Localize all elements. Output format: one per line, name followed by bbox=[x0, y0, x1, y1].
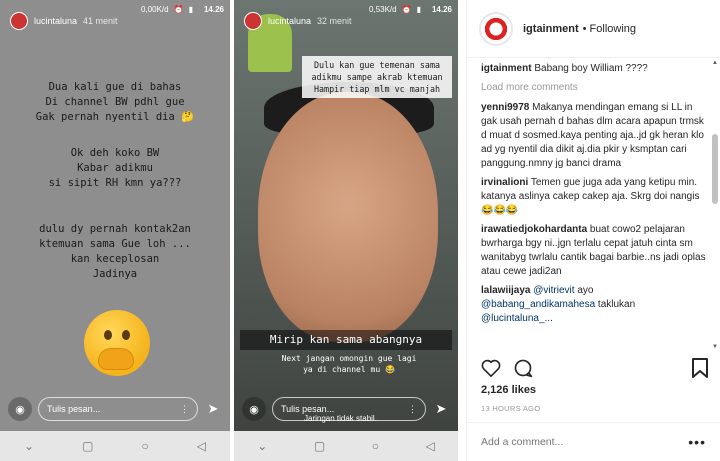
add-comment-input[interactable] bbox=[481, 436, 671, 448]
story-caption-main: Mirip kan sama abangnya bbox=[240, 330, 452, 350]
emoji-eye bbox=[104, 330, 112, 340]
comment-mention[interactable]: @vitrievit bbox=[533, 285, 574, 296]
story-caption-top: Dulu kan gue temenan sama adikmu sampe a… bbox=[302, 56, 452, 98]
post-actions bbox=[481, 356, 708, 380]
send-icon[interactable]: ➤ bbox=[204, 401, 222, 417]
signal-icon: ▮ bbox=[416, 4, 421, 14]
add-comment-bar: ••• bbox=[467, 422, 720, 461]
camera-icon[interactable]: ◉ bbox=[242, 397, 266, 421]
story-panel-2: 0,53K/d ⏰ ▮ 14.26 lucintaluna 32 menit D… bbox=[234, 0, 458, 461]
recents-icon[interactable]: ▢ bbox=[314, 439, 325, 453]
comments-list: igtainment Babang boy William ???? Load … bbox=[481, 62, 708, 350]
emoji-hand bbox=[98, 348, 134, 370]
network-speed-1: 0,00K/d bbox=[141, 4, 169, 14]
story-caption-sub: Next jangan omongin gue lagi ya di chann… bbox=[281, 354, 417, 374]
comment-username[interactable]: irvinalioni bbox=[481, 177, 528, 188]
account-username[interactable]: igtainment bbox=[523, 23, 579, 35]
story-username[interactable]: lucintaluna bbox=[34, 16, 77, 26]
scrollbar-thumb[interactable] bbox=[712, 134, 718, 204]
chevron-down-icon[interactable]: ⌄ bbox=[24, 439, 34, 453]
story-panel-1: 0,00K/d ⏰ ▮ 14.26 lucintaluna 41 menit D… bbox=[0, 0, 230, 461]
follow-label[interactable]: Following bbox=[590, 23, 636, 35]
back-icon[interactable]: ◁ bbox=[425, 439, 434, 453]
chevron-down-icon[interactable]: ⌄ bbox=[257, 439, 267, 453]
comment-username[interactable]: yenni9978 bbox=[481, 102, 529, 113]
comment-mention[interactable]: @babang_andikamahesa bbox=[481, 299, 595, 310]
send-icon[interactable]: ➤ bbox=[432, 401, 450, 417]
story-photo-face bbox=[258, 92, 438, 342]
comment-mention[interactable]: @lucintaluna_... bbox=[481, 313, 553, 324]
comment-username[interactable]: igtainment bbox=[481, 63, 532, 74]
avatar[interactable] bbox=[244, 12, 262, 30]
reply-placeholder: Tulis pesan... bbox=[281, 404, 335, 414]
back-icon[interactable]: ◁ bbox=[197, 439, 206, 453]
scroll-down-icon[interactable]: ▼ bbox=[712, 344, 718, 350]
home-icon[interactable]: ○ bbox=[141, 439, 148, 453]
story-text-block: dulu dy pernah kontak2an ktemuan sama Gu… bbox=[39, 223, 191, 280]
android-nav-bar-2: ⌄ ▢ ○ ◁ bbox=[234, 431, 458, 461]
comments-scrollbar[interactable]: ▲ ▼ bbox=[712, 60, 718, 350]
avatar[interactable] bbox=[10, 12, 28, 30]
signal-icon: ▮ bbox=[188, 4, 193, 14]
comment-text: ayo bbox=[577, 285, 594, 296]
list-item: irvinalioni Temen gue juga ada yang keti… bbox=[481, 176, 708, 218]
network-warning: Jaringan tidak stabil. bbox=[304, 414, 377, 423]
load-more-comments-link[interactable]: Load more comments bbox=[481, 81, 708, 95]
post-timestamp[interactable]: 13 HOURS AGO bbox=[481, 404, 540, 413]
scroll-up-icon[interactable]: ▲ bbox=[712, 60, 718, 66]
instagram-post-panel: igtainment • Following igtainment Babang… bbox=[466, 0, 720, 461]
alarm-icon: ⏰ bbox=[401, 4, 412, 14]
list-item: yenni9978 Makanya mendingan emang si LL … bbox=[481, 101, 708, 171]
reply-input[interactable]: Tulis pesan... ⋮ bbox=[38, 397, 198, 421]
likes-count[interactable]: 2,126 likes bbox=[481, 384, 536, 396]
list-item: irawatiedjokohardanta buat cowo2 pelajar… bbox=[481, 223, 708, 279]
heart-icon[interactable] bbox=[481, 359, 501, 377]
comment-text: taklukan bbox=[597, 299, 636, 310]
list-item: lalawiijaya @vitrievit ayo @babang_andik… bbox=[481, 284, 708, 326]
post-caption: igtainment Babang boy William ???? bbox=[481, 62, 708, 76]
more-icon[interactable]: ⋮ bbox=[180, 404, 189, 415]
account-avatar[interactable] bbox=[479, 11, 513, 46]
network-speed-2: 0,53K/d bbox=[369, 4, 397, 14]
sb-time-2: 14.26 bbox=[431, 4, 452, 14]
sb-time-1: 14.26 bbox=[203, 4, 224, 14]
bookmark-icon[interactable] bbox=[692, 358, 708, 378]
story-text-block: Dua kali gue di bahas Di channel BW pdhl… bbox=[35, 81, 195, 123]
comment-username[interactable]: lalawiijaya bbox=[481, 285, 530, 296]
hand-over-mouth-emoji bbox=[84, 310, 150, 376]
reply-placeholder: Tulis pesan... bbox=[47, 404, 101, 414]
comment-icon[interactable] bbox=[513, 358, 533, 378]
story-username[interactable]: lucintaluna bbox=[268, 16, 311, 26]
emoji-eye bbox=[122, 330, 130, 340]
status-icons-1: 0,00K/d ⏰ ▮ 14.26 bbox=[141, 5, 224, 14]
status-icons-2: 0,53K/d ⏰ ▮ 14.26 bbox=[369, 5, 452, 14]
follow-status[interactable]: • Following bbox=[583, 23, 636, 35]
screenshot-root: 0,00K/d ⏰ ▮ 14.26 lucintaluna 41 menit D… bbox=[0, 0, 720, 461]
story-header-2[interactable]: lucintaluna 32 menit bbox=[244, 12, 352, 30]
post-header: igtainment • Following bbox=[467, 0, 720, 58]
alarm-icon: ⏰ bbox=[173, 4, 184, 14]
home-icon[interactable]: ○ bbox=[372, 439, 379, 453]
comment-username[interactable]: irawatiedjokohardanta bbox=[481, 224, 587, 235]
story-text-block: Ok deh koko BW Kabar adikmu si sipit RH … bbox=[48, 147, 182, 189]
recents-icon[interactable]: ▢ bbox=[82, 439, 93, 453]
comment-text: Babang boy William ???? bbox=[534, 63, 648, 74]
more-icon[interactable]: ⋮ bbox=[408, 404, 417, 415]
story-time-ago: 32 menit bbox=[317, 16, 352, 26]
account-logo bbox=[483, 15, 509, 42]
camera-icon[interactable]: ◉ bbox=[8, 397, 32, 421]
story-reply-bar-1: ◉ Tulis pesan... ⋮ ➤ bbox=[8, 396, 222, 422]
more-options-icon[interactable]: ••• bbox=[688, 434, 706, 450]
android-nav-bar-1: ⌄ ▢ ○ ◁ bbox=[0, 431, 230, 461]
story-header-1[interactable]: lucintaluna 41 menit bbox=[10, 12, 118, 30]
story-time-ago: 41 menit bbox=[83, 16, 118, 26]
